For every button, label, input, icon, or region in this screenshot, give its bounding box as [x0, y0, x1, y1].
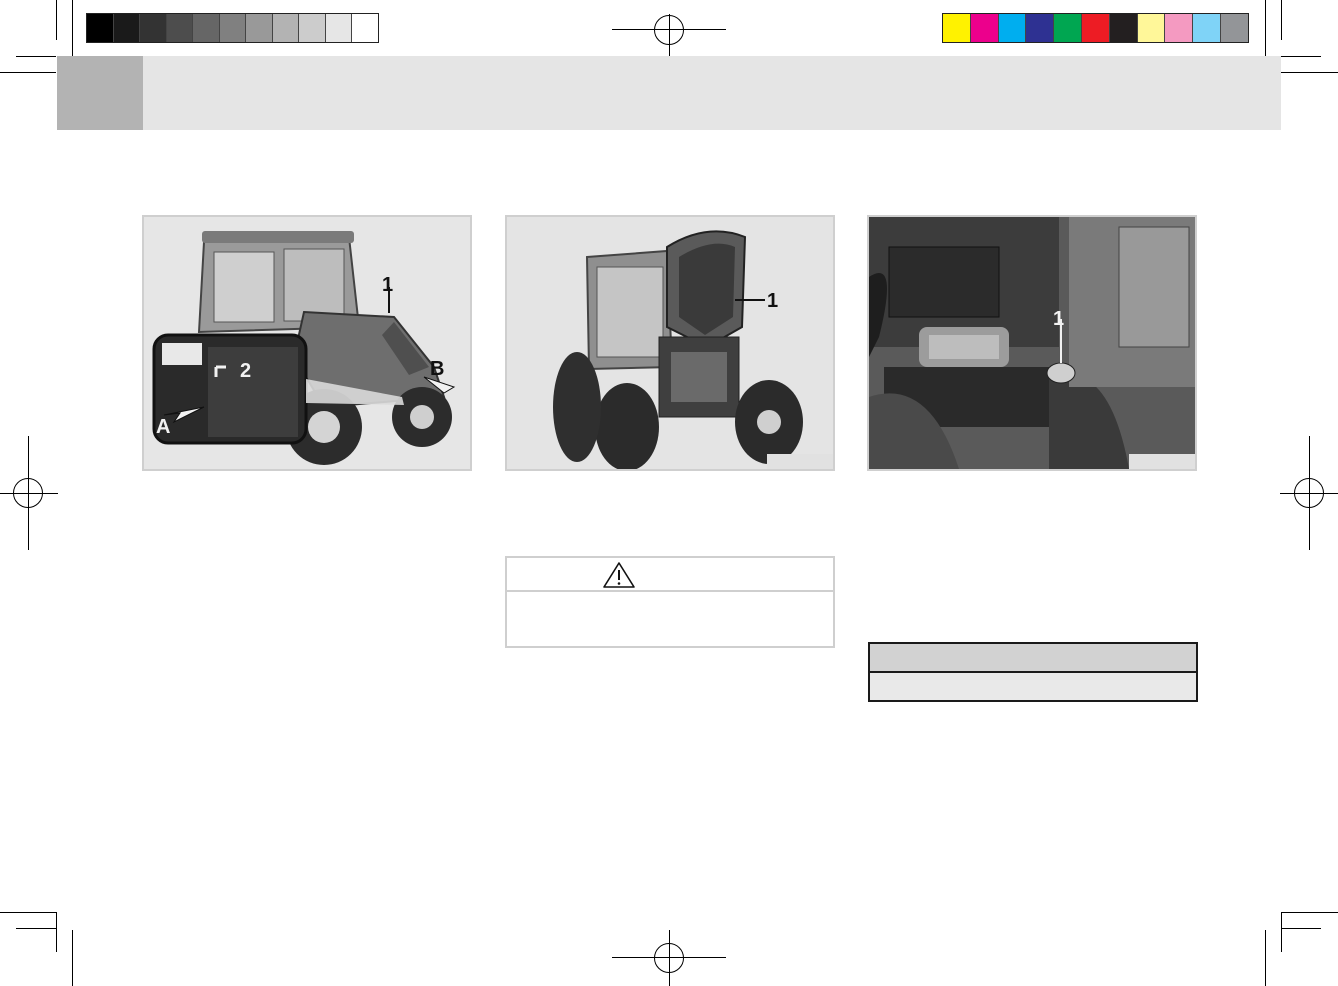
crop-mark — [16, 928, 56, 929]
table-header-row — [870, 644, 1196, 673]
gray-swatch — [325, 14, 352, 42]
specification-table — [868, 642, 1198, 702]
gray-swatch — [272, 14, 299, 42]
crop-mark — [1281, 56, 1321, 57]
crop-mark — [0, 912, 56, 913]
chapter-tab — [57, 56, 143, 130]
gray-swatch — [140, 14, 167, 42]
callout-label: 2 — [240, 360, 251, 382]
color-swatch — [1193, 14, 1221, 42]
color-swatch — [1165, 14, 1194, 42]
crop-mark — [16, 56, 56, 57]
color-swatch — [1026, 14, 1055, 42]
crop-mark — [1265, 0, 1266, 56]
warning-header — [507, 558, 833, 592]
registration-mark-top — [612, 14, 726, 58]
process-color-bar — [942, 13, 1249, 43]
gray-swatch — [352, 14, 378, 42]
color-swatch — [1054, 14, 1082, 42]
color-swatch — [970, 14, 999, 42]
crop-mark — [72, 0, 73, 56]
warning-box — [505, 556, 835, 648]
figure-hood-open: 1 — [505, 215, 835, 471]
gray-swatch — [246, 14, 273, 42]
callout-label: 1 — [382, 274, 393, 296]
figure-engine-bay: 1 — [867, 215, 1197, 471]
table-row — [870, 673, 1196, 700]
callout-label: B — [430, 358, 444, 380]
gray-swatch — [193, 14, 220, 42]
crop-mark — [56, 912, 57, 952]
figure-id-box — [1129, 454, 1195, 469]
gray-swatch — [166, 14, 193, 42]
gray-swatch — [219, 14, 246, 42]
callout-label: 1 — [1053, 308, 1064, 330]
crop-mark — [56, 0, 57, 40]
crop-mark — [0, 72, 56, 73]
registration-mark-left — [0, 436, 58, 550]
crop-mark — [72, 930, 73, 986]
color-swatch — [1220, 14, 1248, 42]
crop-mark — [1265, 930, 1266, 986]
crop-mark — [1281, 912, 1282, 952]
gray-swatch — [113, 14, 140, 42]
crop-mark — [1281, 928, 1321, 929]
grayscale-color-bar — [86, 13, 379, 43]
callout-label: 1 — [767, 290, 778, 312]
color-swatch — [943, 14, 971, 42]
callout-label: A — [156, 416, 170, 438]
crop-mark — [1281, 912, 1338, 913]
registration-mark-right — [1280, 436, 1338, 550]
color-swatch — [1081, 14, 1110, 42]
crop-mark — [1281, 72, 1338, 73]
registration-mark-bottom — [612, 930, 726, 986]
color-swatch — [998, 14, 1027, 42]
page-header-band — [57, 56, 1281, 130]
figure-hood-release: 1 2 A B — [142, 215, 472, 471]
color-swatch — [1137, 14, 1166, 42]
gray-swatch — [87, 14, 114, 42]
figure-id-box — [767, 454, 833, 469]
crop-mark — [1281, 0, 1282, 40]
warning-triangle-icon — [603, 562, 635, 588]
gray-swatch — [299, 14, 326, 42]
color-swatch — [1109, 14, 1138, 42]
